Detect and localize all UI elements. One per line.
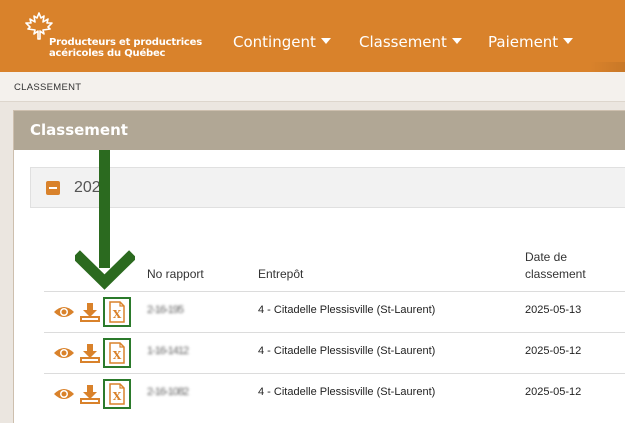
date-cell: 2025-05-12	[525, 345, 582, 357]
nav-contingent-label: Contingent	[233, 33, 316, 51]
ppaq-logo[interactable]: Producteurs et productrices acéricoles d…	[24, 12, 204, 62]
excel-highlight-box: X	[103, 379, 131, 409]
panel-title: Classement	[30, 121, 128, 139]
chevron-down-icon	[451, 38, 462, 44]
excel-highlight-box: X	[103, 297, 131, 327]
download-icon[interactable]	[79, 383, 101, 405]
date-cell: 2025-05-12	[525, 386, 582, 398]
svg-text:X: X	[113, 349, 122, 362]
table-row: X 2-16-1082 4 - Citadelle Plessisville (…	[44, 373, 625, 414]
logo-text-line1: Producteurs et productrices	[49, 37, 202, 48]
logo-text: Producteurs et productrices acéricoles d…	[49, 37, 202, 59]
entrepot-cell: 4 - Citadelle Plessisville (St-Laurent)	[258, 345, 436, 357]
column-header-entrepot: Entrepôt	[258, 267, 304, 281]
eye-icon[interactable]	[53, 387, 75, 401]
excel-file-icon[interactable]: X	[109, 342, 125, 364]
nav-paiement-label: Paiement	[488, 33, 559, 51]
logo-text-line2: acéricoles du Québec	[49, 48, 166, 59]
collapse-icon[interactable]	[46, 181, 60, 195]
excel-highlight-box: X	[103, 338, 131, 368]
breadcrumb: CLASSEMENT	[14, 82, 82, 93]
maple-leaf-icon	[25, 12, 53, 40]
table-row: X 2-16-195 4 - Citadelle Plessisville (S…	[44, 291, 625, 332]
column-header-no-rapport: No rapport	[147, 267, 204, 281]
date-cell: 2025-05-13	[525, 304, 582, 316]
chevron-down-icon	[563, 38, 574, 44]
breadcrumb-bar: CLASSEMENT	[0, 72, 625, 102]
column-header-date-line1: Date de	[525, 250, 568, 264]
no-rapport-cell: 1-16-1412	[147, 345, 189, 357]
column-header-date: Date de classement	[525, 249, 586, 283]
eye-icon[interactable]	[53, 346, 75, 360]
nav-paiement[interactable]: Paiement	[488, 33, 574, 51]
entrepot-cell: 4 - Citadelle Plessisville (St-Laurent)	[258, 304, 436, 316]
excel-file-icon[interactable]: X	[109, 301, 125, 323]
nav-classement-label: Classement	[359, 33, 447, 51]
entrepot-cell: 4 - Citadelle Plessisville (St-Laurent)	[258, 386, 436, 398]
download-icon[interactable]	[79, 342, 101, 364]
svg-text:X: X	[113, 308, 122, 321]
download-icon[interactable]	[79, 301, 101, 323]
no-rapport-cell: 2-16-1082	[147, 386, 189, 398]
column-header-date-line2: classement	[525, 267, 586, 281]
svg-text:X: X	[113, 390, 122, 403]
down-arrow-icon	[75, 150, 135, 290]
nav-contingent[interactable]: Contingent	[233, 33, 331, 51]
nav-classement[interactable]: Classement	[359, 33, 462, 51]
top-navigation-bar: Producteurs et productrices acéricoles d…	[0, 0, 625, 72]
eye-icon[interactable]	[53, 305, 75, 319]
chevron-down-icon	[320, 38, 331, 44]
excel-file-icon[interactable]: X	[109, 383, 125, 405]
panel-header: Classement	[14, 111, 625, 150]
no-rapport-cell: 2-16-195	[147, 304, 184, 316]
table-row: X 1-16-1412 4 - Citadelle Plessisville (…	[44, 332, 625, 373]
